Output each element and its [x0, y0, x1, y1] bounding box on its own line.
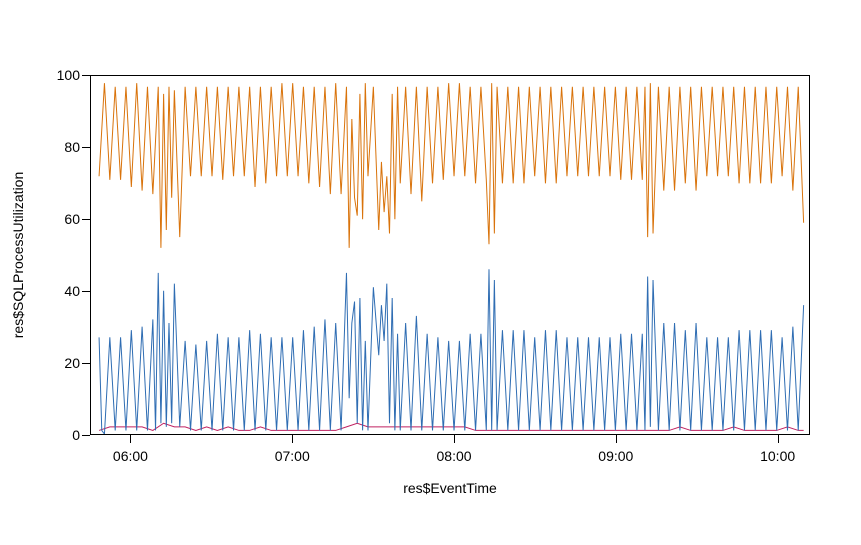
x-tick: [616, 435, 617, 443]
x-tick-label: 10:00: [760, 448, 795, 464]
x-tick-label: 06:00: [113, 448, 148, 464]
y-tick-label: 60: [40, 211, 80, 227]
y-tick-label: 80: [40, 139, 80, 155]
y-tick: [82, 147, 90, 148]
x-tick: [454, 435, 455, 443]
y-tick: [82, 363, 90, 364]
x-tick-label: 08:00: [437, 448, 472, 464]
series-blue-line: [99, 269, 804, 434]
y-axis-title: res$SQLProcessUtilization: [10, 172, 26, 339]
y-tick: [82, 219, 90, 220]
series-orange-line: [99, 83, 804, 248]
y-tick-label: 40: [40, 283, 80, 299]
x-tick: [292, 435, 293, 443]
y-tick-label: 100: [40, 67, 80, 83]
x-tick: [778, 435, 779, 443]
series-red-line: [99, 423, 804, 430]
x-tick-label: 09:00: [598, 448, 633, 464]
x-axis-title: res$EventTime: [403, 480, 497, 496]
chart-figure: res$SQLProcessUtilization res$EventTime …: [0, 0, 861, 545]
plot-area: [90, 75, 810, 435]
y-tick: [82, 291, 90, 292]
chart-svg: [91, 76, 809, 434]
y-tick-label: 0: [40, 427, 80, 443]
y-tick: [82, 75, 90, 76]
y-tick: [82, 435, 90, 436]
y-tick-label: 20: [40, 355, 80, 371]
x-tick-label: 07:00: [275, 448, 310, 464]
x-tick: [130, 435, 131, 443]
